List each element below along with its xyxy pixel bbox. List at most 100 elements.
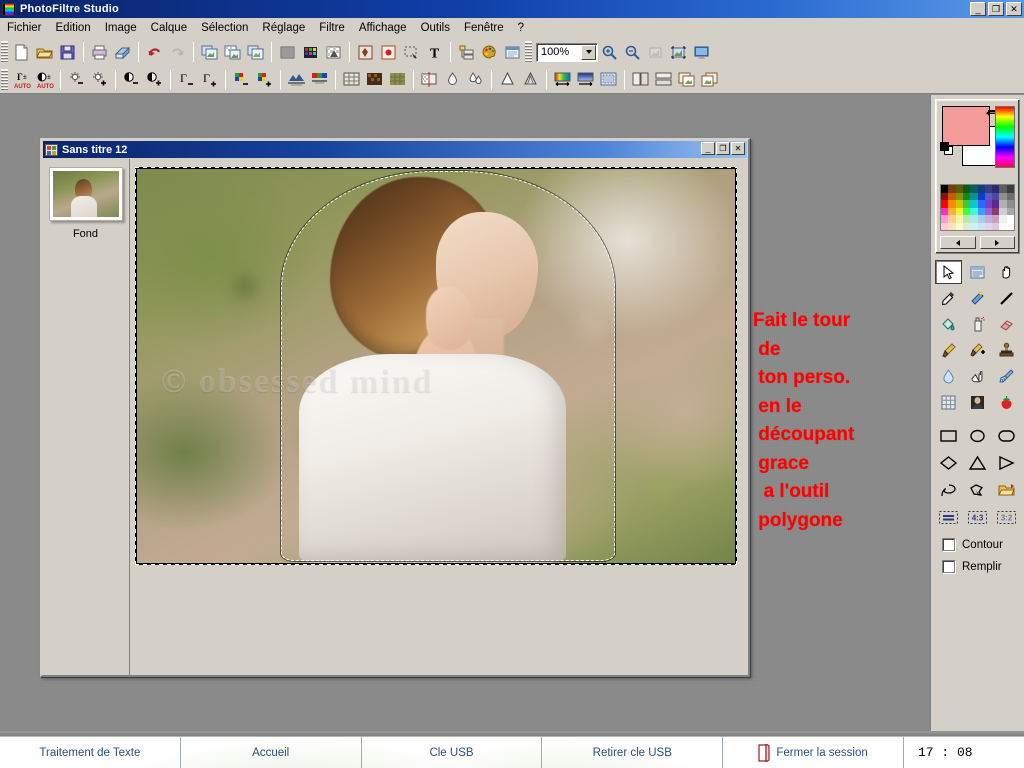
lasso-shape[interactable] — [935, 478, 961, 502]
contour-checkbox[interactable] — [942, 538, 955, 551]
color-swatch-57[interactable] — [992, 222, 1000, 230]
color-swatch-37[interactable] — [992, 207, 1000, 215]
frame-icon[interactable] — [597, 69, 620, 91]
magic-wand-tool[interactable] — [964, 286, 991, 310]
auto-gamma-icon[interactable]: Γ ± AUTO — [10, 69, 33, 91]
color-swatch-30[interactable] — [941, 207, 949, 215]
zoom-combo[interactable]: 100% — [536, 42, 598, 62]
toolbar2-grip[interactable] — [1, 68, 8, 91]
hand-tool[interactable] — [993, 260, 1020, 284]
color-swatch-35[interactable] — [977, 207, 985, 215]
menu-outils[interactable]: Outils — [414, 20, 457, 36]
color-swatch-19[interactable] — [1006, 192, 1014, 200]
toolbar-grip[interactable] — [1, 41, 8, 63]
ellipse-shape[interactable] — [964, 424, 990, 448]
menu-help[interactable]: ? — [511, 20, 531, 36]
redo-icon[interactable] — [166, 41, 189, 63]
triangle-shape[interactable] — [964, 451, 990, 475]
saturation-up-icon[interactable] — [253, 69, 276, 91]
color-swatch-13[interactable] — [962, 192, 971, 200]
red-eye-icon[interactable] — [377, 41, 400, 63]
color-swatch-3[interactable] — [962, 185, 971, 193]
fit-icon[interactable] — [644, 41, 667, 63]
minimize-button[interactable]: _ — [970, 2, 986, 16]
gradient-mask-icon[interactable] — [418, 69, 441, 91]
eraser-tool[interactable] — [993, 312, 1020, 336]
ratio-free[interactable] — [935, 505, 961, 529]
color-swatch-4[interactable] — [970, 185, 978, 193]
taskbar-accueil[interactable]: Accueil — [181, 737, 362, 768]
color-swatch-27[interactable] — [992, 200, 1000, 208]
palette-icon[interactable] — [478, 41, 501, 63]
contour-checkbox-row[interactable]: Contour — [935, 538, 1020, 551]
menu-selection[interactable]: Sélection — [194, 20, 255, 36]
brightness-up-icon[interactable] — [88, 69, 111, 91]
palette-prev-button[interactable] — [940, 236, 976, 249]
levels-icon[interactable] — [308, 69, 331, 91]
line-tool[interactable] — [993, 286, 1020, 310]
color-swatch-14[interactable] — [970, 192, 978, 200]
open-icon[interactable] — [33, 41, 56, 63]
color-swatch-12[interactable] — [955, 192, 963, 200]
color-swatch-28[interactable] — [999, 200, 1007, 208]
color-swatch-32[interactable] — [955, 207, 963, 215]
layers-icon[interactable] — [455, 41, 478, 63]
color-swatch-48[interactable] — [999, 215, 1007, 223]
canvas-photo[interactable]: © obsessed mind — [137, 169, 735, 563]
save-icon[interactable] — [56, 41, 79, 63]
brush-plus-tool[interactable] — [964, 338, 991, 362]
grid-icon[interactable] — [340, 69, 363, 91]
color-swatch-25[interactable] — [977, 200, 985, 208]
taskbar-traitement-de-texte[interactable]: Traitement de Texte — [0, 737, 181, 768]
paint-bucket-tool[interactable] — [935, 312, 962, 336]
color-swatch-0[interactable] — [941, 185, 949, 193]
color-swatch-41[interactable] — [948, 215, 956, 223]
polygon-shape[interactable] — [964, 478, 990, 502]
taskbar-cle-usb[interactable]: Cle USB — [362, 737, 543, 768]
color-swatch-9[interactable] — [1006, 185, 1014, 193]
contrast-down-icon[interactable] — [120, 69, 143, 91]
color-swatch-52[interactable] — [955, 222, 963, 230]
document-close-button[interactable]: ✕ — [731, 142, 745, 155]
mosaic-icon[interactable] — [363, 69, 386, 91]
duplicate-image-icon[interactable] — [244, 41, 267, 63]
menu-affichage[interactable]: Affichage — [352, 20, 414, 36]
eyedropper-tool[interactable] — [935, 286, 962, 310]
color-swatch-44[interactable] — [970, 215, 978, 223]
zoom-in-icon[interactable] — [598, 41, 621, 63]
color-swatch-24[interactable] — [970, 200, 978, 208]
book-icon[interactable] — [629, 69, 652, 91]
menu-reglage[interactable]: Réglage — [255, 20, 312, 36]
rectangle-shape[interactable] — [935, 424, 961, 448]
color-swatch-29[interactable] — [1006, 200, 1014, 208]
color-swatch-21[interactable] — [948, 200, 956, 208]
document-minimize-button[interactable]: _ — [701, 142, 715, 155]
sharpen-icon[interactable] — [496, 69, 519, 91]
selection-icon[interactable] — [400, 41, 423, 63]
foreground-color-swatch[interactable] — [942, 106, 990, 146]
color-swatch-33[interactable] — [962, 207, 971, 215]
color-swatch-5[interactable] — [977, 185, 985, 193]
actual-size-icon[interactable] — [667, 41, 690, 63]
color-swatch-45[interactable] — [977, 215, 985, 223]
color-swatch-38[interactable] — [999, 207, 1007, 215]
ratio-3-2[interactable]: 3:2 — [994, 505, 1020, 529]
color-swatch-31[interactable] — [948, 207, 956, 215]
color-swatch-50[interactable] — [941, 222, 949, 230]
fullscreen-icon[interactable] — [690, 41, 713, 63]
color-swatch-23[interactable] — [962, 200, 971, 208]
import-icon[interactable] — [698, 69, 721, 91]
remplir-checkbox-row[interactable]: Remplir — [935, 560, 1020, 573]
color-swatch-20[interactable] — [941, 200, 949, 208]
portrait-tool[interactable] — [964, 390, 991, 414]
stamp-tool[interactable] — [993, 338, 1020, 362]
color-swatch-53[interactable] — [962, 222, 971, 230]
color-swatch-15[interactable] — [977, 192, 985, 200]
blue-gradient-icon[interactable] — [574, 69, 597, 91]
color-swatch-2[interactable] — [955, 185, 963, 193]
auto-contrast-icon[interactable]: ± AUTO — [33, 69, 56, 91]
menu-filtre[interactable]: Filtre — [312, 20, 352, 36]
sharpen-more-icon[interactable] — [519, 69, 542, 91]
mask-icon[interactable] — [354, 41, 377, 63]
color-swatch-6[interactable] — [984, 185, 993, 193]
